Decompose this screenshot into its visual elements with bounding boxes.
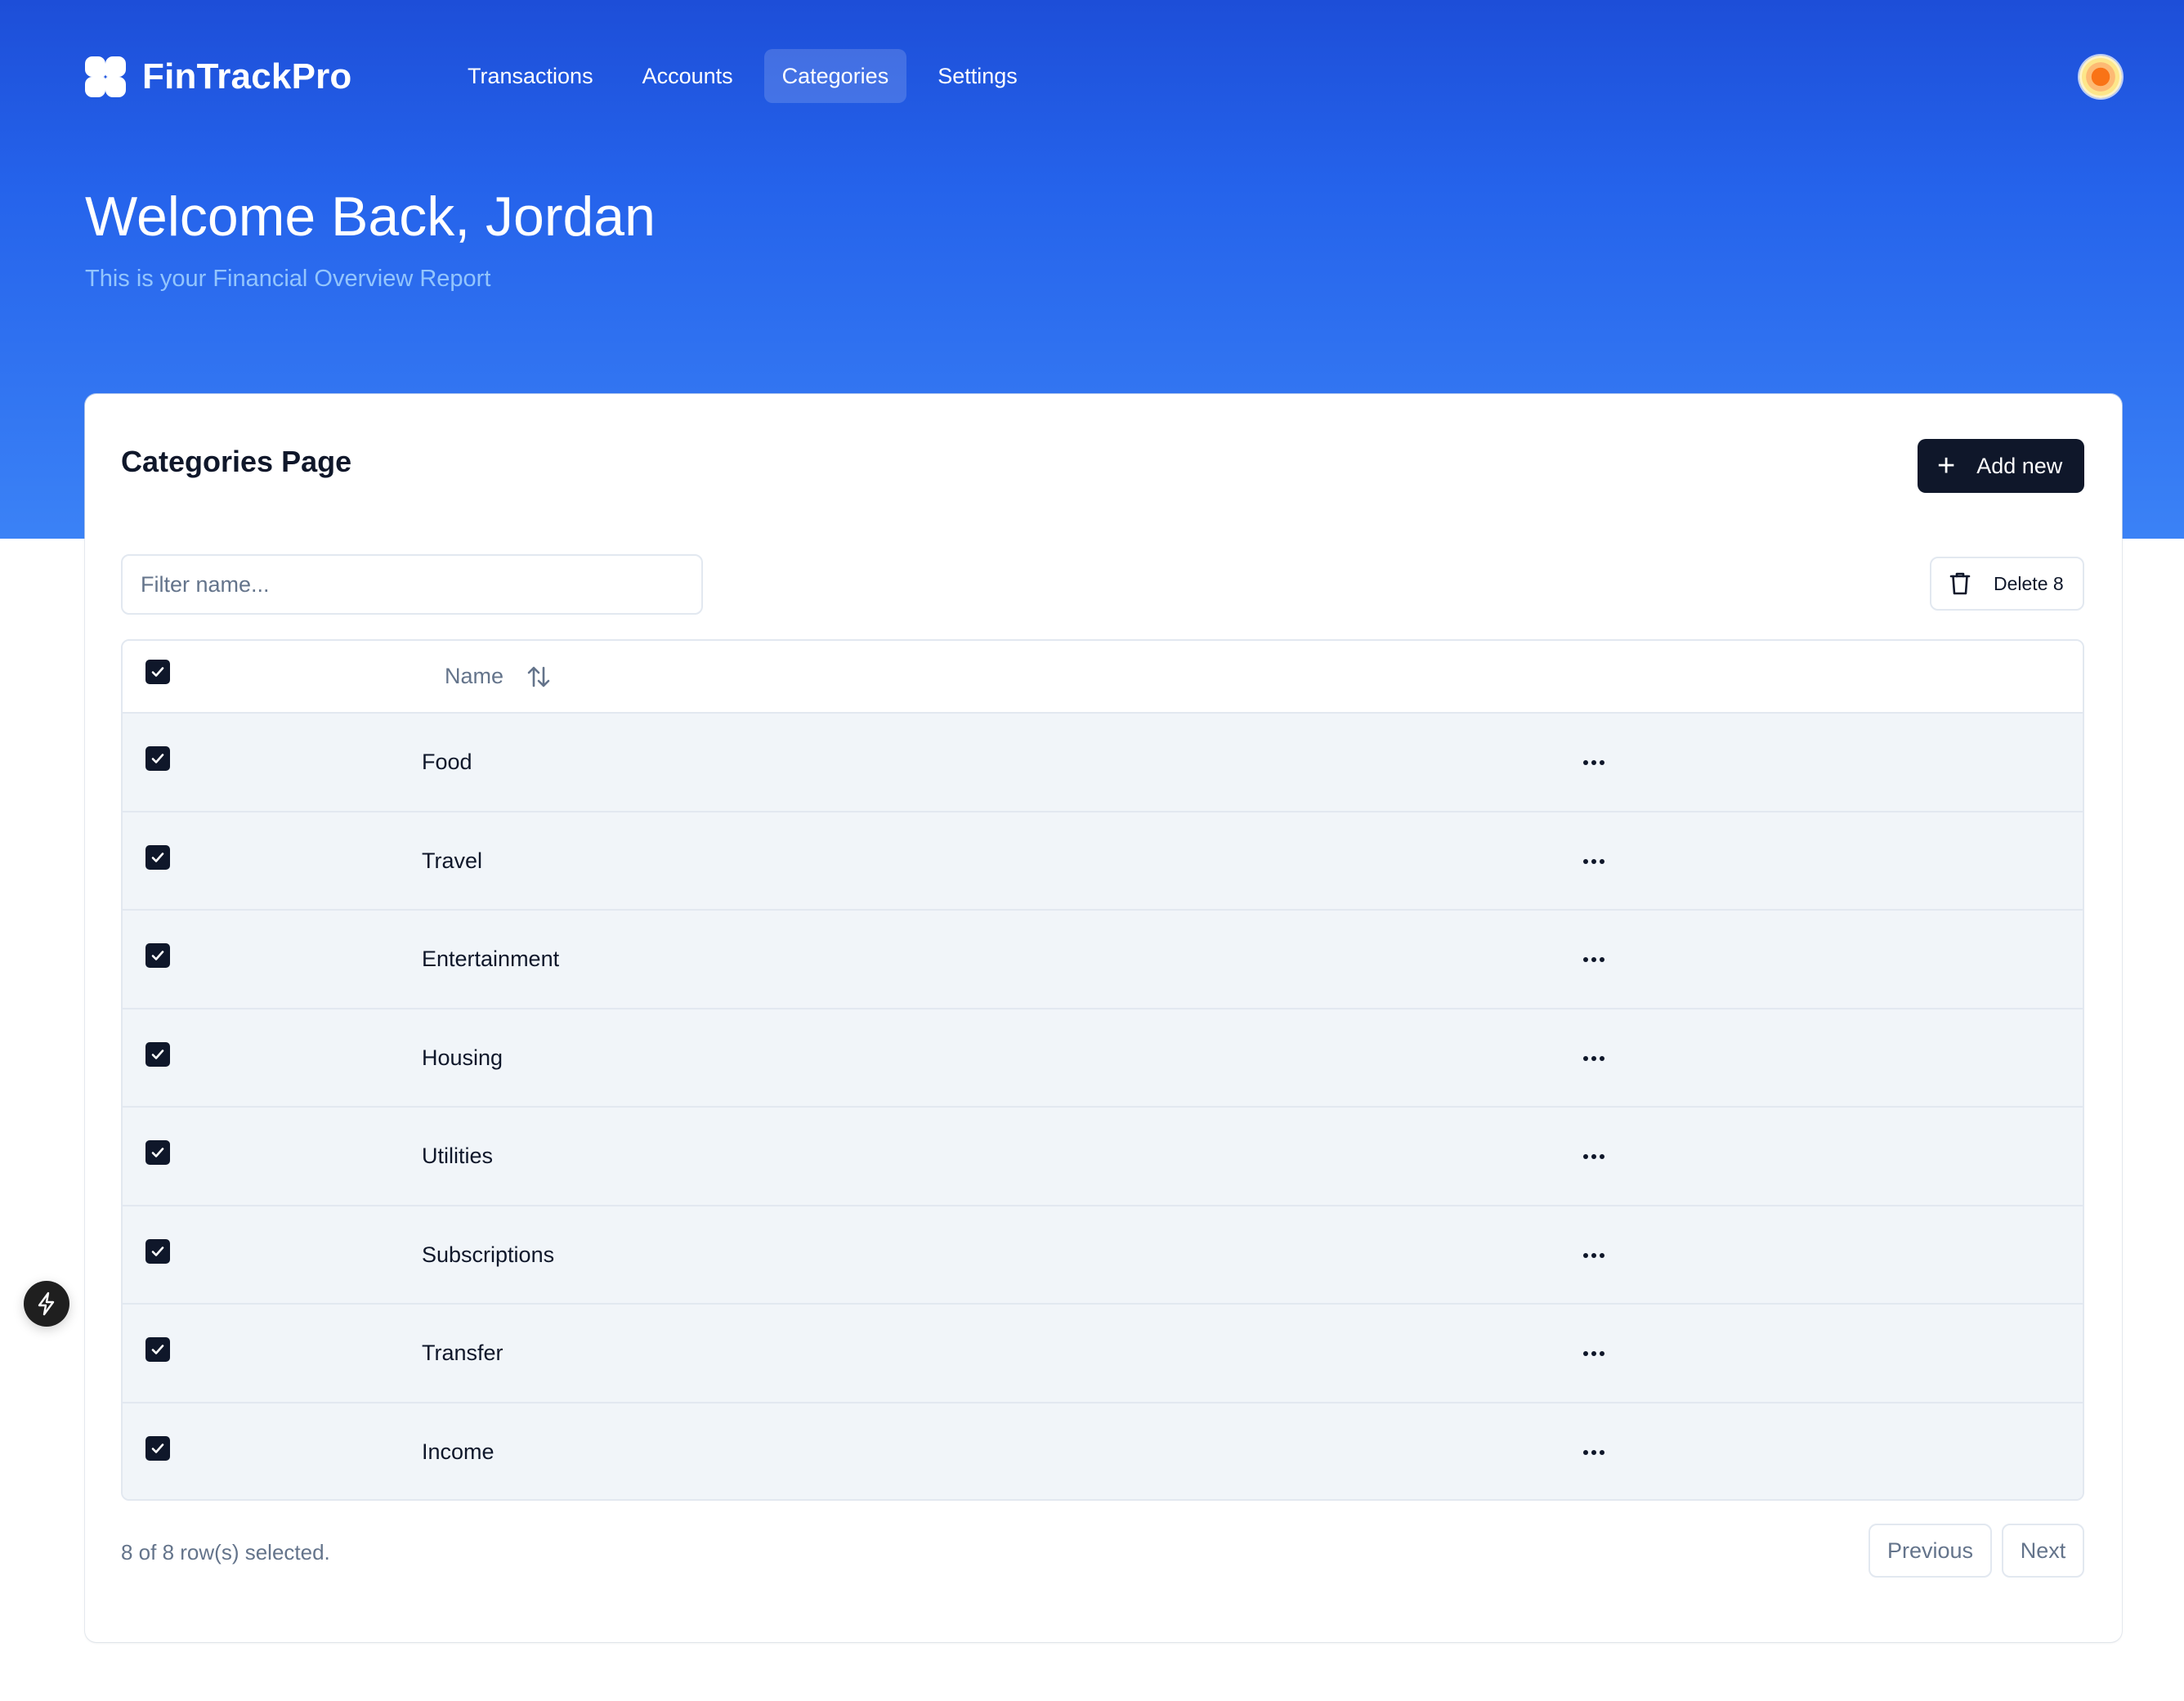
next-page-button[interactable]: Next (2002, 1524, 2084, 1578)
trash-icon (1949, 572, 1971, 595)
categories-card: Categories Page + Add new Delete 8 Name (85, 394, 2122, 1642)
category-name: Entertainment (422, 947, 560, 971)
more-actions-button[interactable] (1569, 1428, 1618, 1477)
category-name: Subscriptions (422, 1242, 555, 1267)
user-avatar[interactable] (2079, 56, 2122, 98)
row-checkbox[interactable] (145, 1140, 170, 1165)
more-horizontal-icon (1583, 957, 1604, 962)
category-name: Housing (422, 1045, 503, 1070)
check-icon (151, 1246, 164, 1256)
category-name: Utilities (422, 1144, 494, 1168)
more-horizontal-icon (1583, 1252, 1604, 1258)
row-checkbox[interactable] (145, 844, 170, 870)
filter-name-input[interactable] (121, 554, 703, 615)
more-actions-button[interactable] (1569, 1329, 1618, 1378)
delete-selected-button[interactable]: Delete 8 (1930, 557, 2084, 611)
column-header-name[interactable]: Name (445, 664, 551, 689)
app-name: FinTrackPro (142, 56, 352, 96)
categories-table: Name Food Travel Entertainment Housing U… (121, 639, 2084, 1501)
sort-icon (527, 666, 550, 687)
welcome-heading: Welcome Back, Jordan (85, 186, 656, 248)
welcome-subtitle: This is your Financial Overview Report (85, 266, 491, 292)
table-row[interactable]: Income (123, 1403, 2083, 1499)
row-checkbox[interactable] (145, 1435, 170, 1461)
check-icon (151, 1345, 164, 1354)
row-checkbox[interactable] (145, 746, 170, 771)
clover-logo-icon (85, 56, 126, 97)
category-name: Food (422, 750, 472, 774)
row-checkbox[interactable] (145, 1337, 170, 1362)
table-row[interactable]: Travel (123, 812, 2083, 911)
more-horizontal-icon (1583, 1449, 1604, 1455)
check-icon (151, 951, 164, 960)
row-checkbox[interactable] (145, 943, 170, 968)
more-horizontal-icon (1583, 858, 1604, 864)
nav-item-transactions[interactable]: Transactions (450, 49, 611, 103)
category-name: Transfer (422, 1341, 503, 1365)
check-icon (151, 852, 164, 862)
row-checkbox[interactable] (145, 1238, 170, 1264)
check-icon (151, 667, 164, 677)
lightning-icon (38, 1291, 55, 1316)
more-actions-button[interactable] (1569, 935, 1618, 984)
more-horizontal-icon (1583, 760, 1604, 765)
more-actions-button[interactable] (1569, 738, 1618, 787)
check-icon (151, 1049, 164, 1059)
select-all-checkbox[interactable] (145, 660, 170, 684)
page-title: Categories Page (121, 445, 352, 478)
nav-item-settings[interactable]: Settings (920, 49, 1036, 103)
previous-page-button[interactable]: Previous (1868, 1524, 1992, 1578)
table-row[interactable]: Housing (123, 1009, 2083, 1108)
table-header: Name (123, 641, 2083, 714)
quick-action-button[interactable] (24, 1281, 69, 1327)
app-logo[interactable]: FinTrackPro (85, 54, 352, 100)
nav-item-accounts[interactable]: Accounts (624, 49, 751, 103)
more-actions-button[interactable] (1569, 1231, 1618, 1280)
column-name-label: Name (445, 664, 504, 688)
selection-status: 8 of 8 row(s) selected. (121, 1540, 330, 1564)
category-name: Travel (422, 848, 483, 873)
nav-item-categories[interactable]: Categories (763, 49, 907, 103)
check-icon (151, 754, 164, 763)
check-icon (151, 1443, 164, 1453)
more-actions-button[interactable] (1569, 1034, 1618, 1083)
table-row[interactable]: Utilities (123, 1108, 2083, 1206)
main-nav: Transactions Accounts Categories Setting… (450, 49, 1036, 103)
page: FinTrackPro Transactions Accounts Catego… (0, 0, 2184, 1701)
category-name: Income (422, 1439, 495, 1464)
more-horizontal-icon (1583, 1154, 1604, 1159)
more-actions-button[interactable] (1569, 837, 1618, 886)
more-actions-button[interactable] (1569, 1132, 1618, 1181)
table-row[interactable]: Entertainment (123, 911, 2083, 1009)
more-horizontal-icon (1583, 1055, 1604, 1061)
add-new-button[interactable]: + Add new (1918, 439, 2084, 493)
table-row[interactable]: Subscriptions (123, 1206, 2083, 1305)
plus-icon: + (1937, 449, 1956, 483)
delete-label: Delete 8 (1994, 572, 2064, 594)
add-new-label: Add new (1976, 453, 2063, 478)
more-horizontal-icon (1583, 1351, 1604, 1356)
check-icon (151, 1148, 164, 1157)
table-row[interactable]: Transfer (123, 1305, 2083, 1403)
row-checkbox[interactable] (145, 1041, 170, 1067)
table-row[interactable]: Food (123, 714, 2083, 812)
